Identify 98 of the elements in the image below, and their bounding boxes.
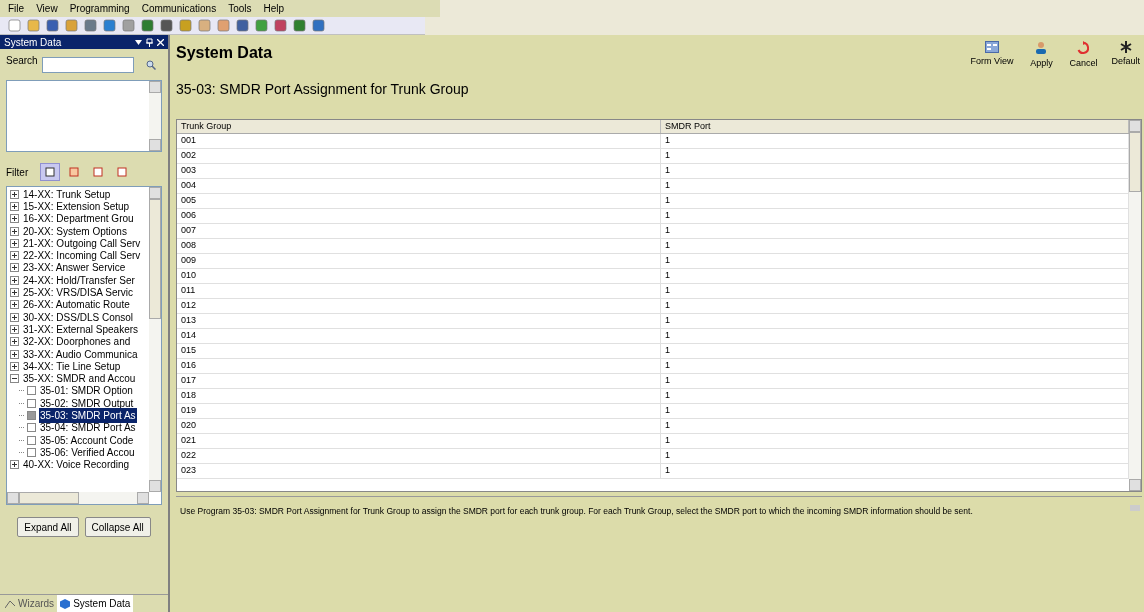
table-cell[interactable]: 016 [177,359,661,373]
table-cell[interactable]: 020 [177,419,661,433]
table-cell[interactable]: 023 [177,464,661,478]
expand-icon[interactable] [10,349,19,359]
table-cell[interactable]: 013 [177,314,661,328]
tree-item[interactable]: 35-03: SMDR Port As [39,408,137,423]
table-cell[interactable]: 006 [177,209,661,223]
cube-icon [60,598,71,609]
table-cell[interactable]: 005 [177,194,661,208]
table-cell[interactable]: 003 [177,164,661,178]
scrollbar[interactable] [149,187,161,492]
scrollbar[interactable] [7,492,149,504]
toolbar-icon[interactable] [179,19,192,32]
search-field[interactable] [41,56,134,73]
table-cell[interactable]: 014 [177,329,661,343]
scrollbar[interactable] [149,81,161,151]
expand-icon[interactable] [10,263,19,273]
expand-icon[interactable] [10,251,19,261]
toolbar-button[interactable]: Default [1111,41,1140,71]
expand-icon[interactable] [10,214,19,224]
table-cell[interactable]: 008 [177,239,661,253]
menu-item[interactable]: Help [263,1,285,16]
toolbar-button[interactable]: Cancel [1069,41,1098,71]
expand-icon[interactable] [10,288,19,297]
page-title: System Data [176,43,273,63]
toolbar-icon[interactable] [84,19,97,32]
table-cell[interactable]: 002 [177,149,661,163]
expand-icon[interactable] [10,361,19,371]
expand-icon[interactable] [10,275,19,285]
filter-icon [93,167,103,177]
filter-label: Filter [6,165,30,180]
table-cell[interactable]: 010 [177,269,661,283]
tree-item[interactable]: 14-XX: Trunk Setup [23,187,111,202]
dropdown-icon[interactable] [135,39,142,45]
close-icon[interactable] [157,38,164,46]
table-cell[interactable]: 022 [177,449,661,463]
toolbar-icon[interactable] [274,19,287,32]
toolbar-icon[interactable] [255,19,268,32]
filter-icon [117,167,127,177]
panel-tab[interactable]: Wizards [2,595,58,612]
search-label: Search [6,54,38,68]
toolbar-icon[interactable] [103,19,116,32]
tree-item[interactable]: 40-XX: Voice Recording [23,457,130,473]
wand-icon [5,599,15,608]
filter-icon [69,167,79,177]
filter-button[interactable] [40,163,60,181]
toolbar-icon[interactable] [312,19,325,32]
toolbar-icon[interactable] [122,19,135,32]
panel-title: System Data [4,35,62,50]
expand-icon[interactable] [10,460,19,470]
search-icon[interactable] [145,59,156,70]
filter-icon [45,167,55,177]
table-cell[interactable]: 021 [177,434,661,448]
tree-button[interactable]: Expand All [17,517,79,537]
toolbar-icon[interactable] [141,19,154,32]
expand-icon[interactable] [10,226,19,236]
scrollbar[interactable] [1130,505,1140,511]
pin-icon[interactable] [146,37,153,47]
table-cell[interactable]: 007 [177,224,661,238]
toolbar-icon[interactable] [46,19,59,32]
menu-item[interactable]: Communications [141,1,217,16]
table-cell[interactable]: 015 [177,344,661,358]
refresh-icon [1077,41,1090,55]
expand-icon[interactable] [10,201,19,211]
expand-icon[interactable] [10,189,19,199]
panel-tab[interactable]: System Data [57,595,134,612]
toolbar-icon[interactable] [160,19,173,32]
table-cell[interactable]: 011 [177,284,661,298]
table-cell[interactable]: 009 [177,254,661,268]
menu-item[interactable]: View [36,1,58,16]
expand-icon[interactable] [10,238,19,248]
table-cell[interactable]: 004 [177,179,661,193]
toolbar-icon[interactable] [293,19,306,32]
table-cell[interactable]: 012 [177,299,661,313]
collapse-icon[interactable] [10,374,19,384]
toolbar-button[interactable]: Form View [970,41,1014,71]
table-cell[interactable]: 018 [177,389,661,403]
scrollbar[interactable] [1129,120,1141,491]
table-cell[interactable]: 001 [177,134,661,148]
person-icon [1034,41,1049,55]
toolbar-button[interactable]: Apply [1027,41,1056,71]
section-title: 35-03: SMDR Port Assignment for Trunk Group [176,80,470,99]
menu-item[interactable]: Programming [69,1,130,16]
asterisk-icon [1119,41,1132,53]
expand-icon[interactable] [10,312,19,322]
expand-icon[interactable] [10,324,19,334]
expand-icon[interactable] [10,300,19,310]
menu-item[interactable]: Tools [228,1,252,16]
table-cell[interactable]: 017 [177,374,661,388]
description-text: Use Program 35-03: SMDR Port Assignment for Trunk Group to assign the SMDR port for each trunk group. For each Trunk Group, select the SMDR port to which the incoming SMDR information should be sent. [180,505,973,518]
form-view-icon [985,41,1000,53]
table-cell[interactable]: 019 [177,404,661,418]
toolbar-icon[interactable] [236,19,249,32]
expand-icon[interactable] [10,337,19,347]
menu-item[interactable]: File [8,1,25,16]
tree-button[interactable]: Collapse All [84,517,151,537]
search-results-list[interactable] [6,80,162,152]
column-header[interactable]: Trunk Group [177,120,661,133]
